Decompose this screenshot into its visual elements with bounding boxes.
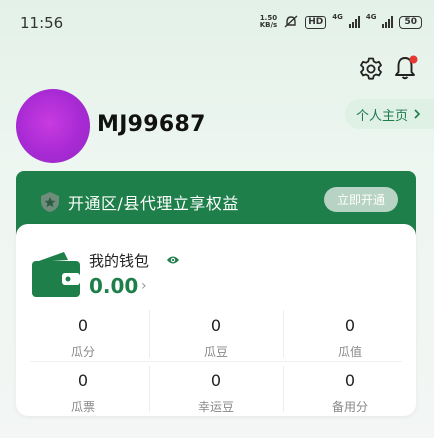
- status-icons: 1.50 KB/s HD 4G 4G 50: [260, 13, 422, 31]
- avatar[interactable]: [16, 89, 90, 163]
- muted-bell-icon: [284, 15, 298, 28]
- stat-value: 0: [344, 371, 356, 390]
- signal-bars-2-icon: [382, 16, 394, 28]
- eye-icon[interactable]: [166, 254, 180, 266]
- notification-dot: [409, 55, 418, 64]
- stat-label: 瓜豆: [203, 345, 228, 359]
- stat-lucky-beans[interactable]: 0 幸运豆: [149, 371, 283, 415]
- balance-chevron-icon[interactable]: ›: [141, 278, 147, 294]
- stat-guazhi[interactable]: 0 瓜值: [283, 316, 417, 360]
- stat-label: 备用分: [331, 400, 368, 414]
- promo-title: 开通区/县代理立享权益: [68, 194, 239, 213]
- stat-label: 幸运豆: [197, 400, 234, 414]
- gear-icon[interactable]: [358, 56, 384, 82]
- shield-badge-icon: [41, 192, 59, 212]
- stat-value: 0: [210, 316, 222, 335]
- stat-label: 瓜值: [337, 345, 362, 359]
- personal-home-label: 个人主页: [356, 108, 409, 124]
- divider: [30, 361, 402, 362]
- network-type-1: 4G: [332, 13, 343, 21]
- wallet-balance[interactable]: 0.00: [89, 274, 138, 298]
- speed-unit: KB/s: [259, 21, 278, 29]
- battery-indicator: 50: [399, 15, 422, 29]
- username: MJ99687: [97, 112, 206, 137]
- wallet-title: 我的钱包: [89, 252, 150, 270]
- stat-guafen[interactable]: 0 瓜分: [16, 316, 150, 360]
- network-type-2: 4G: [365, 13, 377, 21]
- hd-badge: HD: [305, 15, 327, 29]
- network-speed: 1.50 KB/s: [260, 15, 277, 29]
- stat-value: 0: [77, 316, 89, 335]
- stat-value: 0: [344, 316, 356, 335]
- stat-reserve-points[interactable]: 0 备用分: [283, 371, 417, 415]
- stat-guapiao[interactable]: 0 瓜票: [16, 371, 150, 415]
- stat-guadou[interactable]: 0 瓜豆: [149, 316, 283, 360]
- stat-label: 瓜分: [70, 345, 95, 359]
- open-now-button[interactable]: 立即开通: [324, 187, 398, 212]
- personal-home-button[interactable]: 个人主页: [345, 99, 434, 129]
- stat-label: 瓜票: [70, 400, 95, 414]
- chevron-right-icon: [414, 109, 421, 119]
- stat-value: 0: [210, 371, 222, 390]
- stat-value: 0: [77, 371, 89, 390]
- status-time: 11:56: [20, 14, 64, 32]
- bell-icon[interactable]: [392, 54, 420, 82]
- wallet-icon[interactable]: [30, 248, 82, 300]
- signal-bars-1-icon: [348, 16, 360, 28]
